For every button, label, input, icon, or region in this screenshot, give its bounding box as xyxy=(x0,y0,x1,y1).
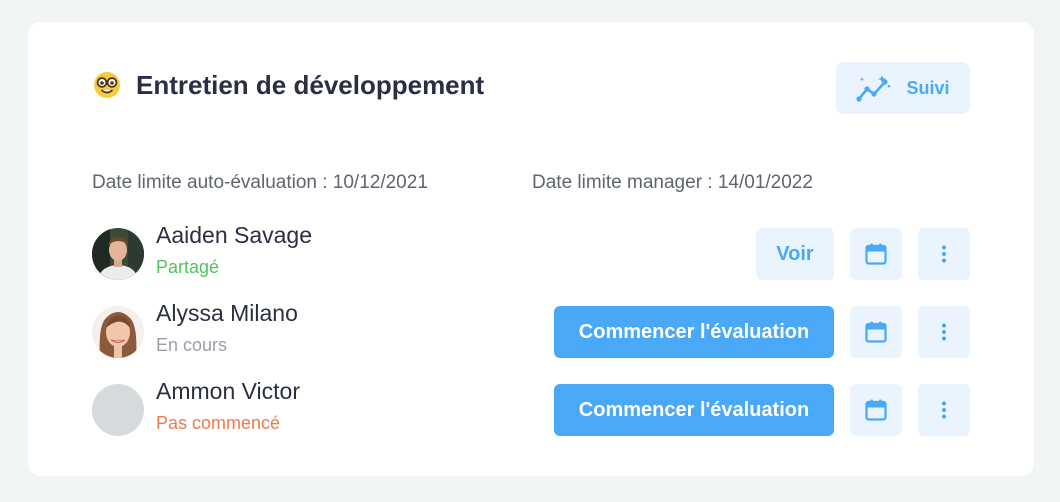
start-evaluation-button[interactable]: Commencer l'évaluation xyxy=(554,384,834,436)
status-badge: Pas commencé xyxy=(156,413,281,433)
more-options-button[interactable] xyxy=(918,228,970,280)
status-badge: En cours xyxy=(156,335,228,355)
evaluation-card: Entretien de développement Suivi Date li… xyxy=(28,22,1034,476)
status-badge: Partagé xyxy=(156,257,220,277)
calendar-icon xyxy=(865,243,887,265)
more-options-button[interactable] xyxy=(918,306,970,358)
self-eval-deadline: Date limite auto-évaluation : 10/12/2021 xyxy=(92,172,428,193)
start-evaluation-button[interactable]: Commencer l'évaluation xyxy=(554,306,834,358)
trend-sparkle-icon xyxy=(856,75,892,102)
avatar-placeholder xyxy=(92,384,144,436)
employee-name: Alyssa Milano xyxy=(156,300,298,326)
more-vertical-icon xyxy=(942,401,946,419)
manager-deadline: Date limite manager : 14/01/2022 xyxy=(532,172,813,193)
more-vertical-icon xyxy=(942,245,946,263)
table-row: Ammon Victor Pas commencé Commencer l'év… xyxy=(28,378,1034,438)
table-row: Alyssa Milano En cours Commencer l'évalu… xyxy=(28,300,1034,360)
nerd-face-emoji-icon xyxy=(94,72,120,98)
more-vertical-icon xyxy=(942,323,946,341)
calendar-icon xyxy=(865,321,887,343)
employee-name: Ammon Victor xyxy=(156,378,301,404)
employee-name: Aaiden Savage xyxy=(156,222,313,248)
schedule-button[interactable] xyxy=(850,228,902,280)
suivi-button[interactable]: Suivi xyxy=(836,62,970,114)
voir-button[interactable]: Voir xyxy=(756,228,834,280)
avatar xyxy=(92,306,144,358)
schedule-button[interactable] xyxy=(850,306,902,358)
page-title: Entretien de développement xyxy=(136,70,485,100)
schedule-button[interactable] xyxy=(850,384,902,436)
suivi-button-label: Suivi xyxy=(906,77,950,98)
more-options-button[interactable] xyxy=(918,384,970,436)
calendar-icon xyxy=(865,399,887,421)
avatar xyxy=(92,228,144,280)
table-row: Aaiden Savage Partagé Voir xyxy=(28,222,1034,282)
